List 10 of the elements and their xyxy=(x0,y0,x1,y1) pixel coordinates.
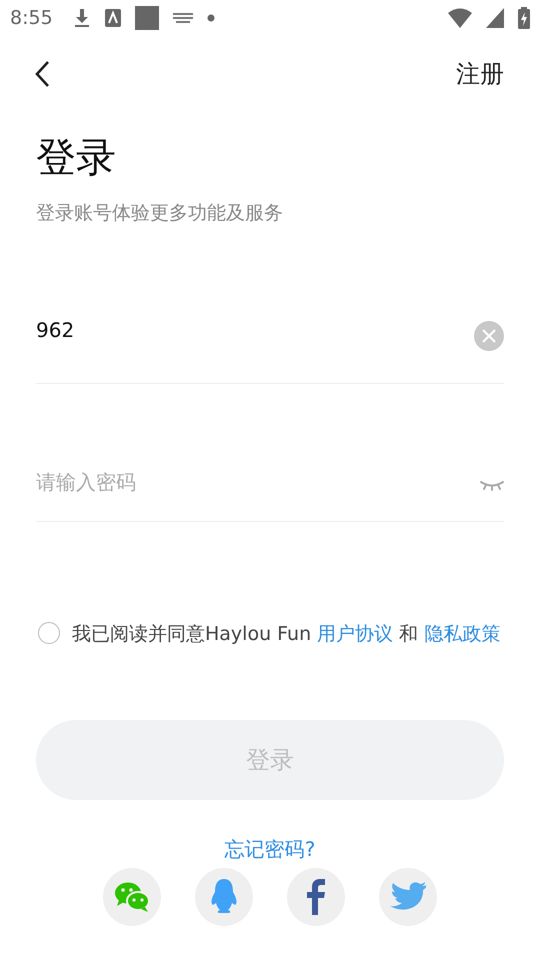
page-title: 登录 xyxy=(36,134,117,183)
agreement-link[interactable]: 隐私政策 xyxy=(424,623,500,645)
agreement-link[interactable]: 用户协议 xyxy=(317,623,394,645)
agreement-text: 我已阅读并同意Haylou Fun 用户协议 和 隐私政策 xyxy=(72,622,500,647)
subtitle: 登录账号体验更多功能及服务 xyxy=(36,201,284,226)
account-field[interactable]: 962 xyxy=(36,315,474,345)
password-field[interactable]: 请输入密码 xyxy=(36,467,480,497)
status-time: 8:55 xyxy=(10,7,53,29)
register-button[interactable]: 注册 xyxy=(456,58,504,90)
forgot-password-link[interactable]: 忘记密码? xyxy=(224,836,316,862)
